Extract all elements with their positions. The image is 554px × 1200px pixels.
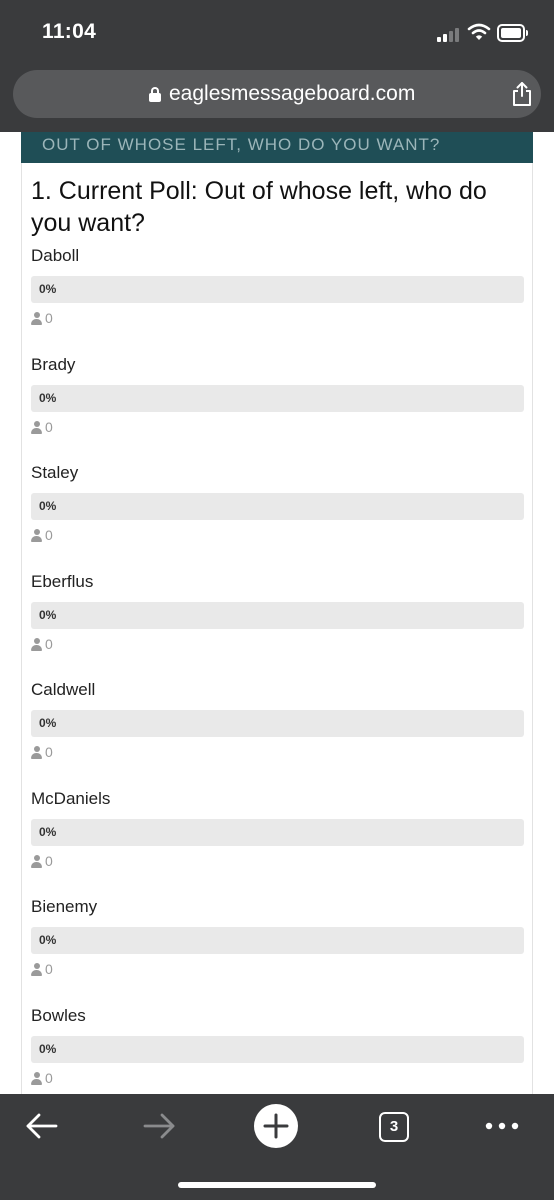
poll-option: Eberflus 0% 0 — [31, 572, 524, 681]
address-bar[interactable]: eaglesmessageboard.com — [13, 70, 541, 118]
poll-header-text: OUT OF WHOSE LEFT, WHO DO YOU WANT? — [42, 135, 441, 154]
poll-percent-label: 0% — [39, 824, 57, 839]
poll-option: Caldwell 0% 0 — [31, 680, 524, 789]
vote-count-value: 0 — [45, 1069, 53, 1086]
vote-count-value: 0 — [45, 852, 53, 869]
user-icon — [31, 1071, 42, 1085]
more-icon[interactable] — [478, 1104, 526, 1148]
battery-icon — [497, 24, 528, 42]
user-icon — [31, 746, 42, 759]
user-icon — [31, 854, 42, 868]
poll-option-name: Staley — [31, 463, 79, 482]
vote-count-value: 0 — [45, 418, 53, 435]
poll-option-name: Bienemy — [31, 897, 98, 916]
user-icon — [31, 637, 42, 651]
signal-icon — [437, 28, 463, 42]
user-icon — [31, 420, 42, 434]
status-time: 11:04 — [42, 20, 97, 43]
tabs-icon: 3 — [379, 1112, 409, 1142]
poll-percent-label: 0% — [39, 499, 57, 513]
browser-address-area: eaglesmessageboard.com — [0, 66, 554, 132]
lock-icon — [149, 87, 161, 102]
poll-option: McDaniels 0% 0 — [31, 789, 524, 898]
forward-arrow-icon[interactable] — [135, 1104, 183, 1148]
plus-circle-icon[interactable] — [252, 1104, 300, 1148]
vote-count-value: 0 — [45, 527, 53, 543]
poll-result-bar: 0% — [31, 276, 524, 303]
poll-percent-label: 0% — [39, 1041, 57, 1056]
poll-option-name: Eberflus — [31, 571, 94, 591]
poll-option-name: McDaniels — [31, 788, 111, 808]
poll-result-bar: 0% — [31, 927, 524, 954]
poll-result-bar: 0% — [31, 1035, 524, 1063]
poll-result-bar: 0% — [31, 384, 524, 412]
poll-header: OUT OF WHOSE LEFT, WHO DO YOU WANT? — [21, 132, 533, 163]
poll-option-name: Caldwell — [31, 680, 96, 699]
url-text: eaglesmessageboard.com — [169, 82, 416, 105]
poll-result-bar: 0% — [31, 601, 524, 629]
status-bar: 11:04 — [0, 0, 554, 66]
user-icon — [31, 963, 42, 976]
poll-option: Bienemy 0% 0 — [31, 897, 524, 1006]
poll-option: Daboll 0% 0 — [31, 246, 524, 355]
user-icon — [31, 529, 42, 542]
poll-option-name: Daboll — [31, 246, 80, 265]
browser-toolbar: 3 — [0, 1094, 554, 1200]
vote-count-value: 0 — [45, 961, 53, 977]
poll-option-name: Bowles — [31, 1005, 86, 1025]
poll-result-bar: 0% — [31, 493, 524, 520]
poll-result-bar: 0% — [31, 818, 524, 846]
poll-question: 1. Current Poll: Out of whose left, who … — [31, 177, 487, 237]
poll-option: Bowles 0% 0 — [31, 1006, 524, 1095]
poll-result-bar: 0% — [31, 710, 524, 737]
wifi-icon — [467, 23, 491, 40]
poll-options: Daboll 0% 0 Brady 0% 0 Staley 0% 0 Eberflus 0% 0 Cal… — [31, 246, 524, 1094]
vote-count-value: 0 — [45, 744, 53, 760]
poll-percent-label: 0% — [39, 390, 57, 405]
user-icon — [31, 312, 42, 325]
vote-count-value: 0 — [45, 635, 53, 652]
poll-box: 1. Current Poll: Out of whose left, who … — [21, 163, 533, 1094]
poll-percent-label: 0% — [39, 282, 57, 296]
poll-option: Brady 0% 0 — [31, 355, 524, 464]
poll-percent-label: 0% — [39, 933, 57, 947]
share-icon[interactable] — [511, 81, 533, 107]
poll-percent-label: 0% — [39, 716, 57, 730]
tabs-button[interactable]: 3 — [370, 1104, 418, 1148]
poll-option-name: Brady — [31, 354, 76, 374]
poll-option: Staley 0% 0 — [31, 463, 524, 572]
poll-percent-label: 0% — [39, 607, 57, 622]
web-page: OUT OF WHOSE LEFT, WHO DO YOU WANT? 1. C… — [0, 132, 554, 1094]
home-indicator — [178, 1182, 376, 1188]
vote-count-value: 0 — [45, 310, 53, 326]
back-arrow-icon[interactable] — [18, 1104, 66, 1148]
